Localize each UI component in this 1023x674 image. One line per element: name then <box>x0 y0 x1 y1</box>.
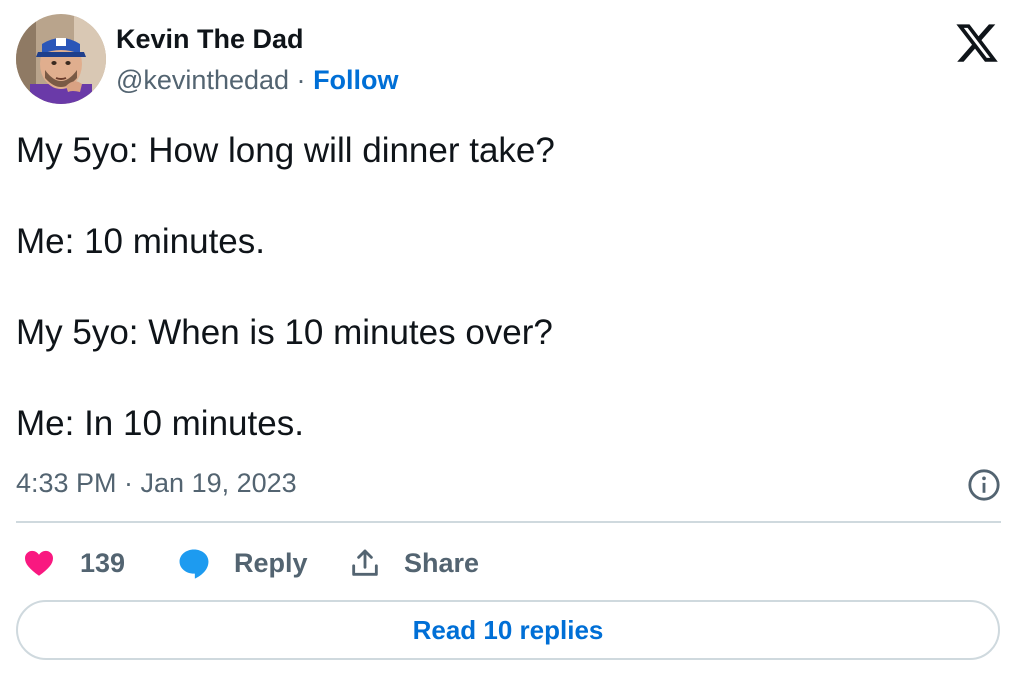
share-button[interactable]: Share <box>348 540 479 586</box>
heart-icon <box>25 550 53 576</box>
author-handle[interactable]: @kevinthedad <box>116 65 289 95</box>
avatar-image <box>16 14 106 104</box>
speech-bubble-icon <box>179 549 209 579</box>
reply-label: Reply <box>234 547 308 578</box>
x-logo-icon[interactable] <box>954 20 1000 66</box>
reply-button[interactable]: Reply <box>176 540 308 586</box>
tweet-line: Me: In 10 minutes. <box>16 404 304 443</box>
divider <box>16 521 1001 523</box>
like-button[interactable]: 139 <box>22 540 125 586</box>
like-count: 139 <box>80 547 126 578</box>
handle-separator: · <box>296 65 306 95</box>
follow-link[interactable]: Follow <box>313 65 398 95</box>
tweet-header: Kevin The Dad @kevinthedad · Follow <box>16 14 1007 106</box>
share-upload-icon <box>352 549 378 576</box>
tweet-timestamp[interactable]: 4:33 PM · Jan 19, 2023 <box>16 468 297 499</box>
author-handle-line: @kevinthedad · Follow <box>116 65 399 96</box>
share-label: Share <box>404 547 480 578</box>
tweet-line: My 5yo: When is 10 minutes over? <box>16 313 553 352</box>
tweet-actions: 139 Reply Share <box>16 540 1007 586</box>
author-name[interactable]: Kevin The Dad <box>116 24 304 55</box>
tweet-embed-card: Kevin The Dad @kevinthedad · Follow My 5… <box>0 0 1023 674</box>
read-replies-button[interactable]: Read 10 replies <box>16 600 1000 660</box>
tweet-text: My 5yo: How long will dinner take? Me: 1… <box>16 128 1007 447</box>
tweet-line: My 5yo: How long will dinner take? <box>16 131 555 170</box>
timestamp-row: 4:33 PM · Jan 19, 2023 <box>16 466 1007 506</box>
tweet-line: Me: 10 minutes. <box>16 222 265 261</box>
avatar[interactable] <box>16 14 106 104</box>
info-icon[interactable] <box>967 468 1001 502</box>
